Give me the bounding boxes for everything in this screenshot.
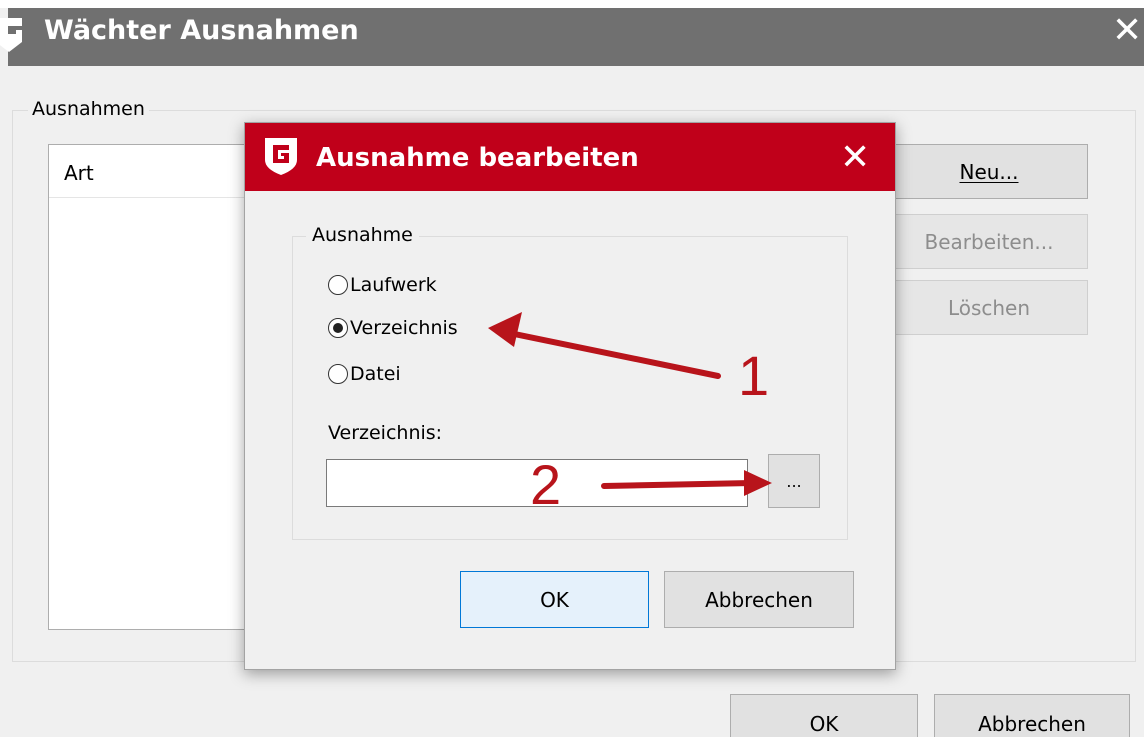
radio-selected-dot <box>333 323 343 333</box>
verzeichnis-field-label: Verzeichnis: <box>328 422 443 444</box>
radio-verzeichnis-label[interactable]: Verzeichnis <box>350 315 458 341</box>
dialog-ok-button[interactable]: OK <box>460 571 649 628</box>
annotation-number-2: 2 <box>530 453 562 516</box>
browse-button[interactable]: ... <box>768 454 820 508</box>
browse-button-label: ... <box>786 471 802 491</box>
outer-ok-button[interactable]: OK <box>730 694 918 737</box>
ausnahme-group-label: Ausnahme <box>306 222 419 248</box>
neu-button-label: Neu... <box>959 159 1019 184</box>
radio-datei-label[interactable]: Datei <box>350 361 401 387</box>
ausnahmen-group-label: Ausnahmen <box>28 96 149 122</box>
loeschen-button[interactable]: Löschen <box>890 280 1088 335</box>
bearbeiten-button-label: Bearbeiten... <box>924 229 1054 254</box>
outer-ok-label: OK <box>809 712 839 736</box>
bearbeiten-button[interactable]: Bearbeiten... <box>890 214 1088 269</box>
radio-datei[interactable] <box>328 364 348 384</box>
dialog-close-icon[interactable]: ✕ <box>840 138 870 178</box>
radio-laufwerk-label[interactable]: Laufwerk <box>350 272 437 298</box>
gdata-shield-icon <box>262 136 300 176</box>
annotation-number-1: 1 <box>738 344 770 407</box>
outer-window-title: Wächter Ausnahmen <box>44 15 359 46</box>
dialog-ok-label: OK <box>540 587 569 612</box>
outer-abbrechen-label: Abbrechen <box>978 712 1086 736</box>
column-header-art[interactable]: Art <box>64 160 94 186</box>
outer-close-icon[interactable]: ✕ <box>1112 12 1142 50</box>
outer-abbrechen-button[interactable]: Abbrechen <box>934 694 1130 737</box>
dialog-title: Ausnahme bearbeiten <box>316 143 639 173</box>
dialog-abbrechen-button[interactable]: Abbrechen <box>664 571 854 628</box>
dialog-abbrechen-label: Abbrechen <box>705 587 813 612</box>
radio-laufwerk[interactable] <box>328 275 348 295</box>
gdata-logo-icon <box>0 14 24 54</box>
screen-top-strip <box>0 0 1144 8</box>
neu-button[interactable]: Neu... <box>890 144 1088 199</box>
loeschen-button-label: Löschen <box>947 295 1031 320</box>
